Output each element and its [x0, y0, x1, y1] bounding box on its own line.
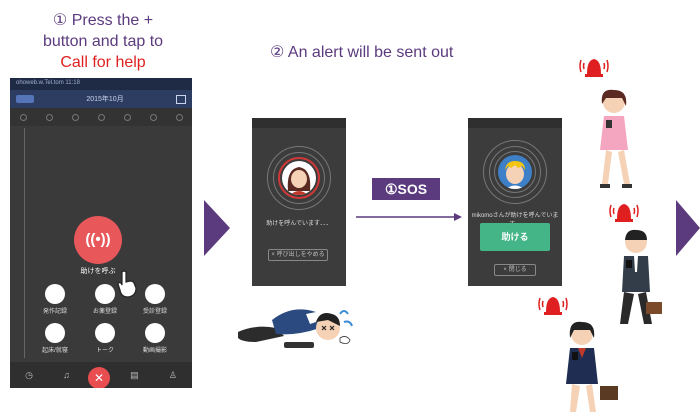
woman-avatar: [282, 161, 316, 195]
step1-line2: button and tap to: [42, 33, 164, 50]
boy-avatar: [498, 155, 532, 189]
menu-item[interactable]: 動画撮影: [130, 323, 180, 354]
call-for-help-button[interactable]: ((•)): [74, 216, 122, 264]
month-title: 2015年10月: [86, 96, 124, 103]
video-icon: [145, 323, 165, 343]
tab-icon[interactable]: [19, 113, 27, 121]
step1-line3: Call for help: [60, 54, 146, 71]
step1-caption: ① Press the + button and tap to Call for…: [18, 10, 188, 73]
next-arrow-icon: [204, 200, 230, 256]
people-icon: [95, 323, 115, 343]
tab-icon[interactable]: [123, 113, 131, 121]
status-bar: [252, 118, 346, 128]
tab-icon[interactable]: [45, 113, 53, 121]
list-icon[interactable]: ▤: [130, 370, 139, 381]
status-bar: ohoweb.w.Tel.tom 11:18: [10, 78, 192, 90]
hospital-icon: [145, 284, 165, 304]
nav-bar: 2015年10月: [10, 90, 192, 108]
woman-with-phone-illustration: [600, 89, 632, 188]
tab-icon[interactable]: [97, 113, 105, 121]
calendar-icon[interactable]: [175, 94, 186, 104]
menu-item[interactable]: 受診登録: [130, 284, 180, 315]
cancel-call-button[interactable]: × 呼び出しをやめる: [268, 249, 328, 261]
person-icon[interactable]: ♙: [169, 370, 177, 381]
alarm-bell-icon: [609, 204, 639, 222]
help-button[interactable]: 助ける: [480, 223, 550, 251]
alarm-bell-icon: [538, 297, 568, 315]
tab-icon[interactable]: [149, 113, 157, 121]
step2-caption: ② An alert will be sent out: [270, 44, 454, 61]
sun-icon: [45, 323, 65, 343]
pill-icon: [95, 284, 115, 304]
sos-banner: ①SOS: [372, 178, 440, 200]
status-bar: [468, 118, 562, 128]
businessman-with-phone-illustration: [620, 229, 662, 324]
alarm-bell-icon: [579, 59, 609, 77]
chat-icon: [45, 284, 65, 304]
close-alert-button[interactable]: × 閉じる: [494, 264, 536, 276]
tab-icon[interactable]: [175, 113, 183, 121]
tab-icon[interactable]: [71, 113, 79, 121]
calling-text: 助けを呼んでいます．．．: [266, 221, 332, 227]
phone-alert-screen: mikomoさんが助けを呼んでいます。 助ける × 閉じる: [468, 118, 562, 286]
menu-item[interactable]: トーク: [80, 323, 130, 354]
day-tabs: [10, 108, 192, 126]
phone-calling-screen: 助けを呼んでいます．．． × 呼び出しをやめる: [252, 118, 346, 286]
fallen-person-illustration: [238, 309, 353, 348]
close-menu-button[interactable]: ✕: [88, 367, 110, 388]
next-arrow-icon: [676, 200, 700, 256]
step1-number: ①: [52, 12, 68, 29]
phone-menu-screen: ohoweb.w.Tel.tom 11:18 2015年10月 ((•)) 助け…: [10, 78, 192, 388]
back-button[interactable]: [16, 95, 34, 103]
menu-item[interactable]: 発作記録: [30, 284, 80, 315]
clock-icon[interactable]: ◷: [25, 370, 33, 381]
menu-item[interactable]: 起床/就寝: [30, 323, 80, 354]
send-arrow-icon: [356, 213, 462, 221]
step1-line1: Press the +: [71, 12, 154, 29]
student-with-phone-illustration: [566, 321, 618, 412]
timeline-line: [24, 128, 25, 358]
bell-icon[interactable]: ♫: [63, 370, 70, 380]
menu-item[interactable]: お薬登録: [80, 284, 130, 315]
action-menu: 発作記録 お薬登録 受診登録 起床/就寝 トーク 動画撮影: [30, 284, 180, 354]
